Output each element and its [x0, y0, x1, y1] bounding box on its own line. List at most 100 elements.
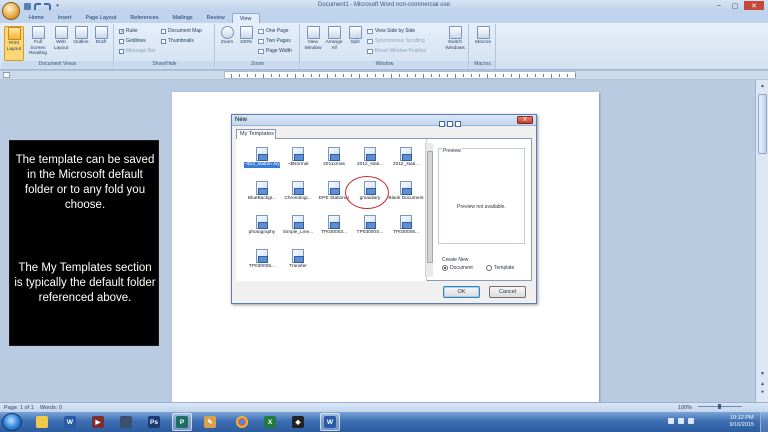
taskbar-media[interactable]: ▶ — [88, 413, 108, 431]
tab-review[interactable]: Review — [200, 13, 232, 23]
template-item[interactable]: ~$12_station ary — [244, 147, 280, 168]
template-doc-icon — [364, 215, 376, 229]
tab-references[interactable]: References — [123, 13, 165, 23]
template-item[interactable]: Transfer — [280, 249, 316, 270]
dialog-close-button[interactable]: X — [517, 116, 533, 124]
scroll-up-icon[interactable]: ▲ — [758, 82, 767, 90]
vertical-scrollbar[interactable]: ▲ ▼ ▲ ● — [755, 80, 768, 402]
taskbar-paint[interactable]: ✎ — [200, 413, 220, 431]
large-icons-view-icon[interactable] — [439, 121, 445, 127]
scroll-down-icon[interactable]: ▼ — [758, 370, 767, 378]
media-icon: ▶ — [92, 416, 104, 428]
draft-button[interactable]: Draft — [92, 26, 110, 46]
ruler-tick — [247, 74, 248, 77]
tab-my-templates[interactable]: My Templates — [236, 129, 276, 139]
office-button[interactable] — [2, 2, 20, 20]
template-item[interactable]: Blank Document — [388, 181, 424, 202]
clock[interactable]: 10:12 PM 9/16/2015 — [730, 415, 754, 429]
taskbar-explorer[interactable] — [32, 413, 52, 431]
document-map-checkbox[interactable]: Document Map — [161, 28, 202, 34]
macros-label: Macros — [475, 40, 491, 45]
radio-document-label: Document — [450, 265, 473, 271]
tab-home[interactable]: Home — [22, 13, 51, 23]
scroll-thumb[interactable] — [758, 94, 767, 154]
gridlines-checkbox[interactable]: Gridlines — [119, 38, 146, 44]
details-view-icon[interactable] — [455, 121, 461, 127]
view-side-by-side-button[interactable]: View Side by Side — [367, 28, 415, 34]
taskbar-word-doc[interactable]: W — [320, 413, 340, 431]
template-item[interactable]: TP03000S... — [352, 215, 388, 236]
radio-document[interactable]: Document — [442, 265, 473, 271]
full-screen-reading-button[interactable]: Full Screen Reading — [26, 26, 50, 57]
tab-insert[interactable]: Insert — [51, 13, 79, 23]
template-item[interactable]: TP030006... — [388, 215, 424, 236]
tab-mailings[interactable]: Mailings — [165, 13, 199, 23]
tab-selector-button[interactable] — [3, 72, 10, 78]
two-pages-button[interactable]: Two Pages — [258, 38, 291, 44]
radio-template[interactable]: Template — [486, 265, 514, 271]
taskbar-word[interactable]: W — [60, 413, 80, 431]
template-item[interactable]: BlueBackgr... — [244, 181, 280, 202]
web-layout-button[interactable]: Web Layout — [52, 26, 70, 51]
thumbnails-checkbox[interactable]: Thumbnails — [161, 38, 194, 44]
zoom-level[interactable]: 100% — [678, 405, 692, 411]
zoom-100-button[interactable]: 100% — [237, 26, 255, 46]
taskbar-chrome[interactable] — [232, 413, 252, 431]
taskbar-publisher[interactable]: P — [172, 413, 192, 431]
print-layout-button[interactable]: Print Layout — [4, 26, 24, 61]
template-item[interactable]: TP030003... — [316, 215, 352, 236]
template-item[interactable]: Simple_Line... — [280, 215, 316, 236]
taskbar-app[interactable] — [116, 413, 136, 431]
horizontal-ruler[interactable] — [224, 71, 576, 79]
new-window-button[interactable]: New Window — [303, 26, 323, 51]
browse-object-icon[interactable]: ● — [758, 388, 767, 396]
page-width-button[interactable]: Page Width — [258, 48, 292, 54]
start-button[interactable] — [2, 413, 22, 431]
page-count[interactable]: Page: 1 of 1 — [4, 405, 34, 411]
tray-network-icon[interactable] — [668, 418, 674, 424]
zoom-button[interactable]: Zoom — [218, 26, 236, 46]
ruler-tick — [295, 74, 296, 78]
template-doc-icon — [256, 215, 268, 229]
template-item[interactable]: Chronologi... — [280, 181, 316, 202]
template-item[interactable]: ~$Normal — [280, 147, 316, 168]
ruler-tick — [311, 74, 312, 77]
ribbon: Print Layout Full Screen Reading Web Lay… — [0, 23, 768, 70]
print-layout-label: Print Layout — [6, 41, 22, 52]
zoom-slider-thumb[interactable] — [718, 404, 721, 409]
template-grid-scrollbar[interactable] — [425, 143, 433, 277]
tab-view[interactable]: View — [231, 13, 260, 23]
sync-scrolling-icon — [367, 38, 373, 44]
ruler-tick — [519, 74, 520, 78]
show-desktop-button[interactable] — [760, 412, 768, 432]
document-map-label: Document Map — [168, 28, 202, 34]
macros-button[interactable]: Macros — [474, 26, 492, 46]
list-view-icon[interactable] — [447, 121, 453, 127]
prev-page-icon[interactable]: ▲ — [758, 380, 767, 388]
template-item[interactable]: 2012_stati... — [352, 147, 388, 168]
taskbar-excel[interactable]: X — [260, 413, 280, 431]
outline-button[interactable]: Outline — [72, 26, 90, 46]
template-item[interactable]: 2012_stati... — [388, 147, 424, 168]
tray-volume-icon[interactable] — [678, 418, 684, 424]
template-item[interactable]: photography — [244, 215, 280, 236]
maximize-button[interactable]: ▢ — [728, 1, 742, 10]
template-item[interactable]: TP030006... — [244, 249, 280, 270]
switch-windows-button[interactable]: Switch Windows — [443, 26, 467, 51]
tray-flag-icon[interactable] — [688, 418, 694, 424]
taskbar-inkscape[interactable]: ◆ — [288, 413, 308, 431]
minimize-button[interactable]: – — [712, 1, 726, 10]
tab-page-layout[interactable]: Page Layout — [78, 13, 123, 23]
cancel-button[interactable]: Cancel — [489, 286, 526, 298]
template-scroll-thumb[interactable] — [427, 151, 433, 263]
template-label: 2012_stati... — [356, 162, 384, 167]
ruler-checkbox[interactable]: ✓ Ruler — [119, 28, 138, 34]
arrange-all-button[interactable]: Arrange All — [324, 26, 344, 51]
ok-button[interactable]: OK — [443, 286, 480, 298]
taskbar-photoshop[interactable]: Ps — [144, 413, 164, 431]
word-count[interactable]: Words: 0 — [40, 405, 62, 411]
template-item[interactable]: 2011xmas — [316, 147, 352, 168]
close-window-button[interactable]: ✕ — [744, 1, 764, 10]
split-button[interactable]: Split — [346, 26, 364, 46]
one-page-button[interactable]: One Page — [258, 28, 289, 34]
